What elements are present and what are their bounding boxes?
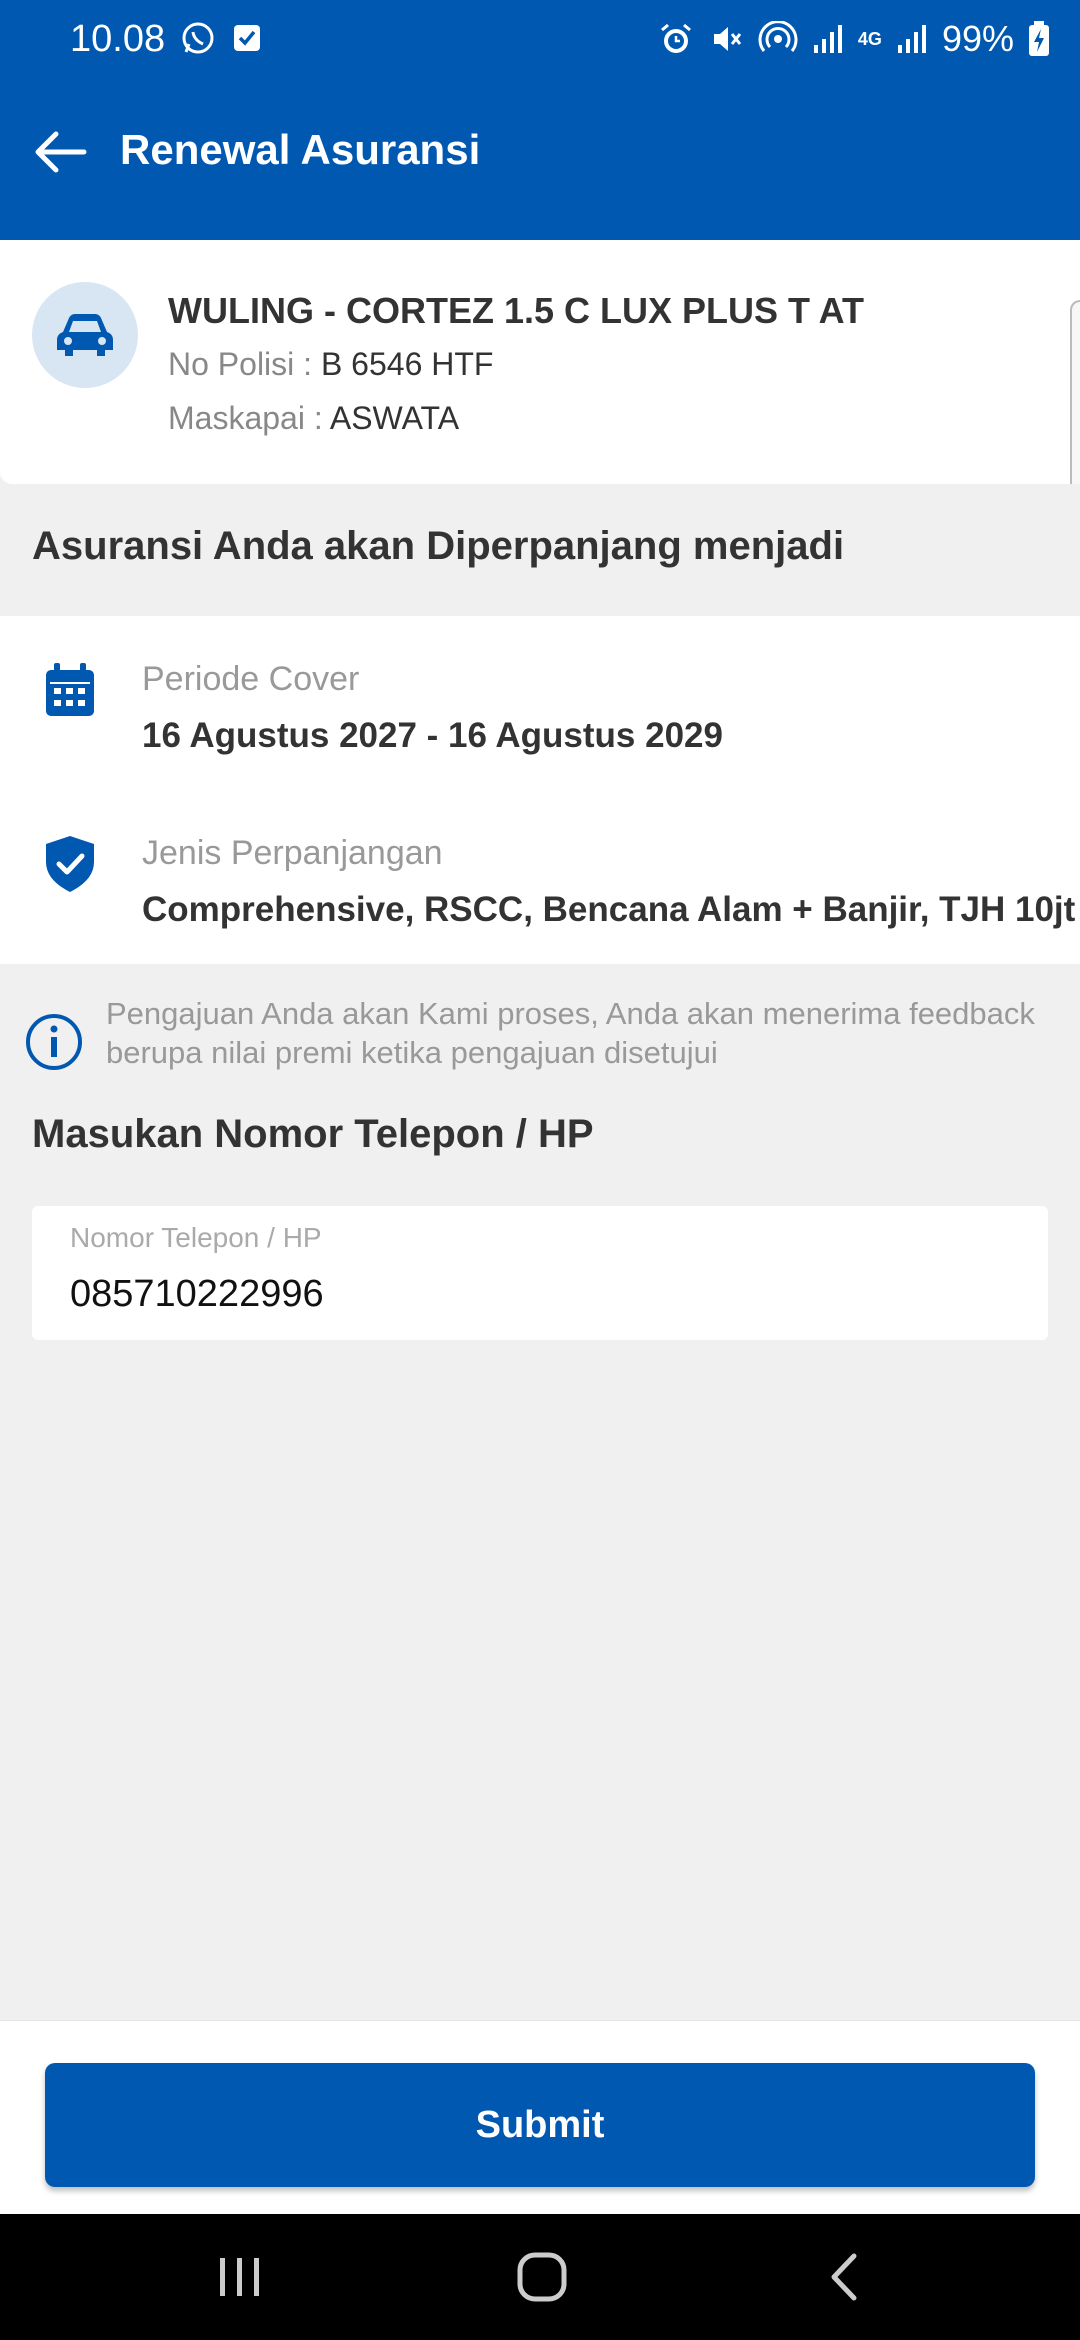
submit-button[interactable]: Submit [45, 2063, 1035, 2187]
recents-icon [220, 2258, 259, 2296]
battery-percent: 99% [941, 18, 1014, 59]
checkbox-notification-icon [234, 25, 260, 51]
insurer-value: ASWATA [329, 400, 460, 436]
back-button[interactable] [28, 120, 92, 184]
alarm-icon [660, 23, 691, 53]
phone-field-label: Nomor Telepon / HP [70, 1222, 322, 1253]
renewal-heading-section: Asuransi Anda akan Diperpanjang menjadi [0, 484, 1080, 616]
battery-charging-icon [1029, 21, 1049, 56]
home-icon [517, 2252, 567, 2302]
insurer-label: Maskapai : [168, 400, 330, 436]
plate-label: No Polisi : [168, 346, 321, 382]
phone-heading: Masukan Nomor Telepon / HP [32, 1112, 594, 1156]
status-bar: 10.08 4G 99% [0, 0, 1080, 84]
phone-input[interactable] [70, 1266, 1010, 1322]
page-title: Renewal Asuransi [120, 126, 481, 173]
plate-value: B 6546 HTF [320, 346, 494, 382]
nav-back-button[interactable] [804, 2242, 884, 2312]
renewal-type-value: Comprehensive, RSCC, Bencana Alam + Banj… [142, 890, 1076, 929]
chevron-left-icon [831, 2253, 857, 2301]
renewal-details-card: Periode Cover 16 Agustus 2027 - 16 Agust… [0, 616, 1080, 964]
car-icon [57, 314, 113, 356]
info-note: Pengajuan Anda akan Kami proses, Anda ak… [0, 990, 1080, 1080]
renewal-type-row: Jenis Perpanjangan Comprehensive, RSCC, … [0, 790, 1080, 930]
bottom-action-bar: Submit [0, 2020, 1080, 2214]
recents-button[interactable] [200, 2242, 280, 2312]
home-button[interactable] [502, 2242, 582, 2312]
whatsapp-icon [182, 22, 214, 54]
mute-icon [713, 27, 742, 51]
period-row: Periode Cover 16 Agustus 2027 - 16 Agust… [0, 616, 1080, 756]
arrow-left-icon [35, 131, 87, 173]
app-bar: 10.08 4G 99% Renewal Asuransi [0, 0, 1080, 240]
calendar-icon [46, 663, 94, 716]
vehicle-name: WULING - CORTEZ 1.5 C LUX PLUS T AT [168, 290, 864, 331]
signal-icon-2 [897, 25, 926, 53]
vehicle-insurer: Maskapai : ASWATA [168, 400, 459, 437]
period-value: 16 Agustus 2027 - 16 Agustus 2029 [142, 716, 723, 755]
info-icon [26, 1014, 82, 1070]
period-label: Periode Cover [142, 660, 360, 698]
status-left-icons [180, 20, 262, 56]
system-nav-bar [0, 2214, 1080, 2340]
phone-field[interactable]: Nomor Telepon / HP [32, 1206, 1048, 1340]
signal-icon [813, 25, 842, 53]
car-avatar [32, 282, 138, 388]
renewal-heading: Asuransi Anda akan Diperpanjang menjadi [32, 524, 845, 568]
vehicle-card: WULING - CORTEZ 1.5 C LUX PLUS T AT No P… [0, 240, 1080, 484]
network-type-label: 4G [857, 28, 882, 49]
toolbar: Renewal Asuransi [0, 100, 1080, 200]
status-time: 10.08 [70, 18, 166, 60]
renewal-type-label: Jenis Perpanjangan [142, 834, 443, 872]
vehicle-plate: No Polisi : B 6546 HTF [168, 346, 493, 383]
hotspot-icon [758, 21, 798, 52]
status-right-icons: 4G 99% [658, 18, 1050, 60]
shield-check-icon [46, 836, 94, 892]
info-note-text: Pengajuan Anda akan Kami proses, Anda ak… [106, 996, 1035, 1070]
